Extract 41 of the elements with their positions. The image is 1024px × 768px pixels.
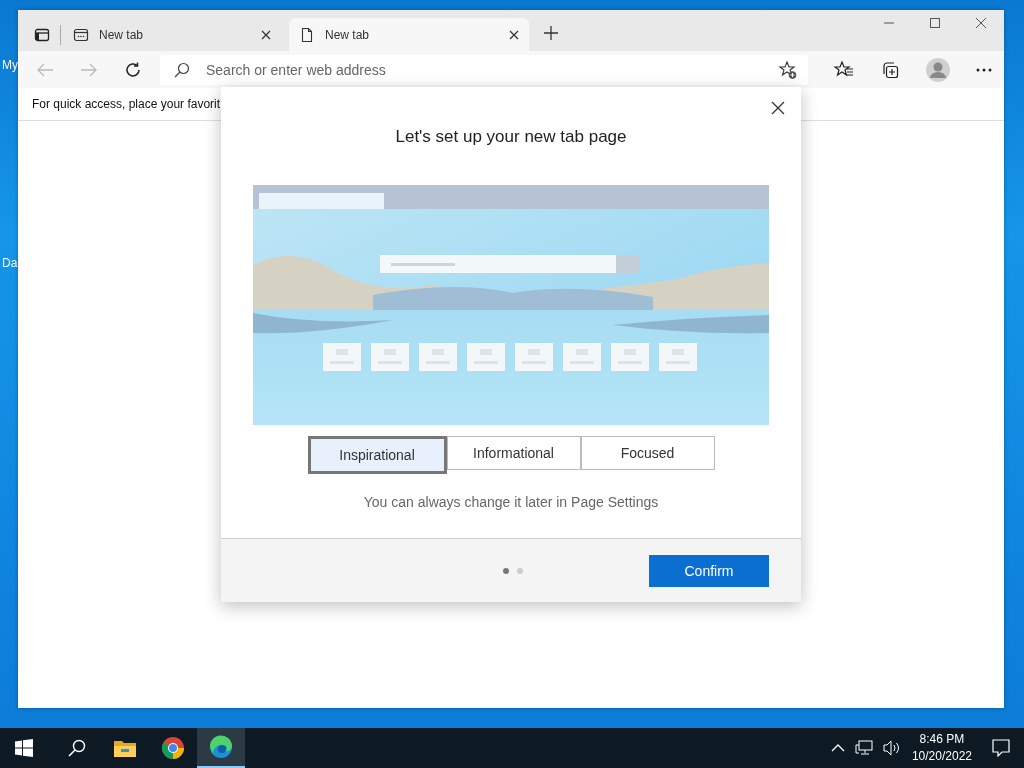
page-icon — [299, 26, 315, 43]
confirm-button[interactable]: Confirm — [649, 554, 769, 587]
network-icon[interactable] — [854, 740, 873, 756]
browser-tab[interactable]: New tab — [289, 18, 529, 51]
search-icon — [174, 61, 190, 78]
maximize-icon[interactable] — [929, 17, 941, 29]
notification-icon[interactable] — [992, 739, 1010, 757]
volume-icon[interactable] — [882, 740, 901, 756]
close-icon[interactable] — [975, 17, 987, 29]
chrome-icon — [161, 736, 185, 760]
close-tab-icon[interactable] — [509, 29, 519, 40]
add-favorite-icon[interactable] — [778, 59, 798, 80]
time-text: 8:46 PM — [919, 731, 965, 748]
clock[interactable]: 8:46 PM 10/20/2022 — [911, 731, 972, 765]
dialog-title: Let's set up your new tab page — [395, 127, 627, 147]
address-bar[interactable]: Search or enter web address — [160, 54, 808, 85]
folder-icon — [113, 738, 137, 758]
chevron-up-icon[interactable] — [830, 743, 845, 753]
refresh-icon[interactable] — [124, 60, 142, 79]
search-icon[interactable] — [68, 739, 86, 757]
settings-note: You can always change it later in Page Settings — [363, 494, 659, 510]
tab-title: New tab — [99, 27, 145, 42]
layout-option[interactable]: Informational — [446, 436, 581, 470]
favorites-bar-hint: For quick access, place your favorit — [32, 97, 221, 111]
edge-icon — [209, 735, 233, 759]
window-tab-icon — [73, 26, 89, 43]
date-text: 10/20/2022 — [911, 748, 972, 765]
tab-title: New tab — [325, 27, 371, 42]
desktop-icon-label[interactable]: My — [2, 58, 18, 72]
layout-option[interactable]: Focused — [580, 436, 715, 470]
new-tab-icon[interactable] — [543, 25, 559, 41]
windows-start-icon[interactable] — [15, 739, 33, 757]
profile-avatar-icon[interactable] — [926, 57, 950, 82]
browser-tab[interactable]: New tab — [71, 18, 281, 51]
taskbar-app[interactable] — [197, 728, 245, 768]
close-icon[interactable] — [771, 101, 785, 115]
close-tab-icon[interactable] — [261, 29, 271, 40]
more-icon[interactable] — [976, 67, 992, 72]
collections-icon[interactable] — [880, 59, 900, 80]
layout-option[interactable]: Inspirational — [307, 436, 447, 474]
tab-actions-icon[interactable] — [34, 27, 50, 43]
